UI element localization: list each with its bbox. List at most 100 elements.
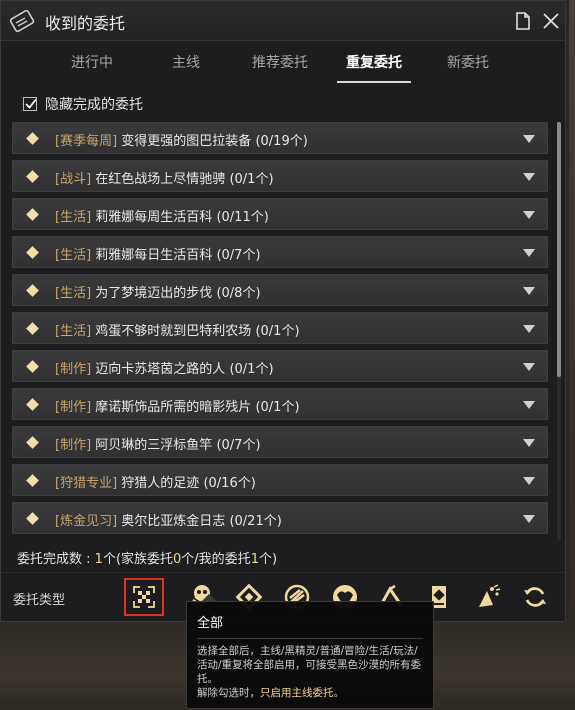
scroll-thumb[interactable] — [557, 122, 561, 377]
diamond-icon — [26, 246, 39, 259]
tooltip-body-line2: 解除勾选时，只启用主线委托。 — [197, 686, 427, 700]
quest-name: 莉雅娜每日生活百科 — [95, 248, 213, 263]
quest-label: [战斗] 在红色战场上尽情驰骋 (0/1个) — [55, 168, 274, 187]
title-bar[interactable]: 收到的委托 — [1, 1, 565, 41]
quest-item[interactable]: [制作] 迈向卡苏塔茵之路的人 (0/1个) — [12, 350, 548, 382]
quest-progress: (0/1个) — [229, 362, 274, 377]
quest-category: [制作] — [55, 400, 92, 415]
diamond-icon — [26, 398, 39, 411]
quest-label: [狩猎专业] 狩猎人的足迹 (0/16个) — [55, 472, 256, 491]
diamond-icon — [26, 170, 39, 183]
completion-mine-label: 个/我的委托 — [181, 552, 251, 567]
quest-progress: (0/21个) — [229, 514, 282, 529]
expand-arrow-icon[interactable] — [523, 515, 535, 523]
quest-item[interactable]: [狩猎专业] 狩猎人的足迹 (0/16个) — [12, 464, 548, 496]
reset-icon[interactable] — [515, 578, 555, 616]
expand-arrow-icon[interactable] — [523, 249, 535, 257]
quest-category: [制作] — [55, 438, 92, 453]
hide-completed-checkbox[interactable] — [23, 97, 37, 111]
tooltip-body2-prefix: 解除勾选时， — [197, 687, 260, 699]
completion-total: 1 — [94, 552, 103, 567]
expand-arrow-icon[interactable] — [523, 401, 535, 409]
document-icon[interactable] — [513, 11, 533, 31]
quest-progress: (0/1个) — [255, 324, 300, 339]
quest-label: [制作] 阿贝琳的三浮标鱼竿 (0/7个) — [55, 434, 261, 453]
quest-list: [赛季每周] 变得更强的图巴拉装备 (0/19个) [战斗] 在红色战场上尽情驰… — [12, 122, 552, 540]
expand-arrow-icon[interactable] — [523, 363, 535, 371]
quest-item[interactable]: [生活] 莉雅娜每周生活百科 (0/11个) — [12, 198, 548, 230]
tab-recommended[interactable]: 推荐委托 — [233, 41, 327, 85]
tab-new[interactable]: 新委托 — [421, 41, 515, 85]
quest-category: [生活] — [55, 286, 92, 301]
tooltip-body2-suffix: 。 — [333, 687, 345, 699]
completion-end: 个) — [258, 552, 278, 567]
expand-arrow-icon[interactable] — [523, 135, 535, 143]
quest-progress: (0/7个) — [216, 438, 261, 453]
quest-label: [制作] 迈向卡苏塔茵之路的人 (0/1个) — [55, 358, 274, 377]
quest-item[interactable]: [制作] 阿贝琳的三浮标鱼竿 (0/7个) — [12, 426, 548, 458]
quest-name: 奥尔比亚炼金日志 — [121, 514, 226, 529]
expand-arrow-icon[interactable] — [523, 325, 535, 333]
tooltip-body-text: 选择全部后，主线/黑精灵/普通/冒险/生活/玩法/活动/重复将全部启用，可接受黑… — [197, 645, 422, 685]
completion-label: 委托完成数 : — [17, 552, 95, 567]
type-tooltip: 全部 选择全部后，主线/黑精灵/普通/冒险/生活/玩法/活动/重复将全部启用，可… — [186, 594, 434, 709]
quest-item[interactable]: [赛季每周] 变得更强的图巴拉装备 (0/19个) — [12, 122, 548, 154]
all-icon[interactable] — [124, 578, 164, 616]
quest-item[interactable]: [炼金见习] 奥尔比亚炼金日志 (0/21个) — [12, 502, 548, 534]
expand-arrow-icon[interactable] — [523, 477, 535, 485]
quest-item[interactable]: [生活] 为了梦境迈出的步伐 (0/8个) — [12, 274, 548, 306]
quest-category: [生活] — [55, 248, 92, 263]
quest-item[interactable]: [生活] 莉雅娜每日生活百科 (0/7个) — [12, 236, 548, 268]
quest-category: [狩猎专业] — [55, 476, 118, 491]
quest-progress: (0/19个) — [255, 134, 308, 149]
completion-mid: 个(家族委托 — [102, 552, 174, 567]
window-title: 收到的委托 — [45, 14, 126, 33]
tooltip-divider — [197, 638, 423, 639]
tab-main[interactable]: 主线 — [139, 41, 233, 85]
quest-category: [炼金见习] — [55, 514, 118, 529]
quest-list-scrollbar[interactable] — [557, 122, 561, 540]
hide-completed-toggle[interactable]: 隐藏完成的委托 — [23, 94, 143, 114]
quest-scroll-icon — [9, 9, 35, 33]
hide-completed-label: 隐藏完成的委托 — [45, 97, 143, 113]
event-icon[interactable] — [467, 578, 507, 616]
quest-name: 迈向卡苏塔茵之路的人 — [95, 362, 226, 377]
quest-type-label: 委托类型 — [13, 593, 66, 608]
diamond-icon — [26, 436, 39, 449]
quest-label: [制作] 摩诺斯饰品所需的暗影残片 (0/1个) — [55, 396, 300, 415]
expand-arrow-icon[interactable] — [523, 173, 535, 181]
quest-window: 收到的委托 进行中 主线 推荐委托 重复委托 新委托 隐藏完成的委托 [赛季每周… — [0, 0, 566, 622]
diamond-icon — [26, 360, 39, 373]
quest-category: [赛季每周] — [55, 134, 118, 149]
tab-repeat[interactable]: 重复委托 — [327, 41, 421, 85]
check-icon — [25, 98, 37, 109]
quest-name: 莉雅娜每周生活百科 — [95, 210, 213, 225]
expand-arrow-icon[interactable] — [523, 211, 535, 219]
completion-count: 委托完成数 : 1个(家族委托0个/我的委托1个) — [17, 548, 277, 567]
expand-arrow-icon[interactable] — [523, 439, 535, 447]
quest-name: 变得更强的图巴拉装备 — [121, 134, 252, 149]
quest-name: 鸡蛋不够时就到巴特利农场 — [95, 324, 252, 339]
diamond-icon — [26, 132, 39, 145]
quest-item[interactable]: [制作] 摩诺斯饰品所需的暗影残片 (0/1个) — [12, 388, 548, 420]
quest-progress: (0/1个) — [255, 400, 300, 415]
quest-item[interactable]: [战斗] 在红色战场上尽情驰骋 (0/1个) — [12, 160, 548, 192]
quest-name: 狩猎人的足迹 — [121, 476, 200, 491]
quest-label: [生活] 莉雅娜每日生活百科 (0/7个) — [55, 244, 261, 263]
completion-mine: 1 — [250, 552, 259, 567]
quest-progress: (0/1个) — [229, 172, 274, 187]
tab-in-progress[interactable]: 进行中 — [45, 41, 139, 85]
quest-tabs: 进行中 主线 推荐委托 重复委托 新委托 — [45, 41, 515, 85]
background-right — [569, 0, 575, 710]
quest-item[interactable]: [生活] 鸡蛋不够时就到巴特利农场 (0/1个) — [12, 312, 548, 344]
tooltip-title: 全部 — [197, 616, 224, 631]
diamond-icon — [26, 322, 39, 335]
quest-category: [战斗] — [55, 172, 92, 187]
quest-progress: (0/7个) — [216, 248, 261, 263]
quest-label: [生活] 莉雅娜每周生活百科 (0/11个) — [55, 206, 269, 225]
close-icon[interactable] — [541, 11, 561, 31]
quest-label: [生活] 鸡蛋不够时就到巴特利农场 (0/1个) — [55, 320, 300, 339]
quest-label: [炼金见习] 奥尔比亚炼金日志 (0/21个) — [55, 510, 282, 529]
expand-arrow-icon[interactable] — [523, 287, 535, 295]
quest-progress: (0/16个) — [203, 476, 256, 491]
